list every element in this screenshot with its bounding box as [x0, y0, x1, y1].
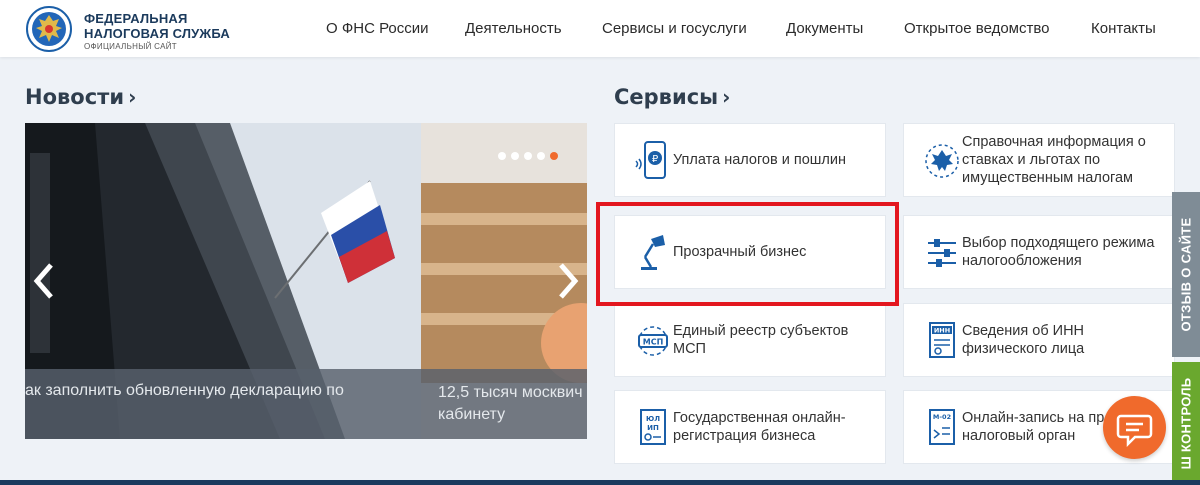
- service-label: Уплата налогов и пошлин: [673, 152, 846, 168]
- feedback-tab-label: ОТЗЫВ О САЙТЕ: [1178, 217, 1194, 332]
- nav-services[interactable]: Сервисы и госуслуги: [602, 20, 747, 37]
- sliders-icon: [928, 239, 956, 267]
- nav-open-agency[interactable]: Открытое ведомство: [904, 20, 1050, 37]
- slider-dot[interactable]: [498, 152, 506, 160]
- service-card-transparent-business[interactable]: Прозрачный бизнес: [614, 215, 886, 289]
- eagle-emblem-icon: [925, 144, 959, 178]
- services-heading[interactable]: Сервисы ›: [614, 85, 730, 109]
- chevron-right-icon: ›: [128, 85, 137, 109]
- slider-dot-active[interactable]: [550, 152, 558, 160]
- service-card-online-registration[interactable]: ЮЛ ИП Государственная онлайн-регистрация…: [614, 390, 886, 464]
- svg-text:М-02: М-02: [933, 413, 951, 421]
- news-slider: ак заполнить обновленную декларацию по 1…: [25, 123, 587, 439]
- service-label: Государственная онлайн-регистрация бизне…: [673, 410, 846, 444]
- site-header: ФЕДЕРАЛЬНАЯ НАЛОГОВАЯ СЛУЖБА ОФИЦИАЛЬНЫЙ…: [0, 0, 1200, 57]
- fns-emblem-icon[interactable]: [25, 6, 73, 52]
- public-control-tab-label: Ш КОНТРОЛЬ: [1178, 377, 1194, 470]
- news-title: Новости: [25, 85, 125, 109]
- desk-lamp-icon: [641, 235, 665, 270]
- service-label: Прозрачный бизнес: [673, 244, 807, 260]
- footer-bar: [0, 480, 1200, 485]
- chevron-right-icon[interactable]: [553, 261, 583, 301]
- chat-button[interactable]: [1103, 396, 1166, 459]
- brand-line1: ФЕДЕРАЛЬНАЯ: [84, 11, 188, 26]
- svg-text:ЮЛ: ЮЛ: [646, 415, 660, 423]
- service-label: Сведения об ИНН физического лица: [962, 323, 1085, 357]
- ul-ip-document-icon: ЮЛ ИП: [640, 409, 666, 445]
- msp-network-icon: МСП: [638, 326, 668, 356]
- slider-dot[interactable]: [537, 152, 545, 160]
- phone-ruble-icon: ₽: [635, 141, 666, 179]
- service-card-tax-regime[interactable]: Выбор подходящего режима налогообложения: [903, 215, 1175, 289]
- chat-bubble-icon: [1116, 414, 1153, 448]
- slider-dot[interactable]: [524, 152, 532, 160]
- service-label: Выбор подходящего режима налогообложения: [962, 235, 1155, 269]
- nav-about[interactable]: О ФНС России: [326, 20, 429, 37]
- brand-line2: НАЛОГОВАЯ СЛУЖБА: [84, 26, 231, 41]
- service-label: Справочная информация о ставках и льгота…: [962, 134, 1146, 186]
- svg-text:₽: ₽: [652, 154, 659, 165]
- chevron-right-icon: ›: [722, 85, 731, 109]
- chevron-left-icon[interactable]: [29, 261, 59, 301]
- service-label: Единый реестр субъектов МСП: [673, 323, 849, 357]
- nav-contacts[interactable]: Контакты: [1091, 20, 1156, 37]
- service-card-msp-registry[interactable]: МСП Единый реестр субъектов МСП: [614, 303, 886, 377]
- brand-subtitle: ОФИЦИАЛЬНЫЙ САЙТ: [84, 42, 177, 51]
- svg-text:МСП: МСП: [643, 338, 664, 347]
- service-card-tax-payment[interactable]: ₽ Уплата налогов и пошлин: [614, 123, 886, 197]
- form-m02-icon: М-02: [929, 409, 955, 445]
- feedback-tab[interactable]: ОТЗЫВ О САЙТЕ: [1172, 192, 1200, 357]
- news-caption[interactable]: ак заполнить обновленную декларацию по: [25, 382, 415, 400]
- slider-dot[interactable]: [511, 152, 519, 160]
- brand-name[interactable]: ФЕДЕРАЛЬНАЯ НАЛОГОВАЯ СЛУЖБА ОФИЦИАЛЬНЫЙ…: [84, 11, 230, 51]
- slider-dots: [498, 152, 558, 160]
- service-card-inn-info[interactable]: ИНН Сведения об ИНН физического лица: [903, 303, 1175, 377]
- public-control-tab[interactable]: Ш КОНТРОЛЬ: [1172, 362, 1200, 485]
- svg-text:ИНН: ИНН: [934, 327, 950, 335]
- news-heading[interactable]: Новости ›: [25, 85, 136, 109]
- svg-text:ИП: ИП: [647, 424, 659, 432]
- nav-documents[interactable]: Документы: [786, 20, 863, 37]
- news-caption-2[interactable]: 12,5 тысяч москвич кабинету: [438, 382, 587, 426]
- services-title: Сервисы: [614, 85, 719, 109]
- service-card-property-tax-info[interactable]: Справочная информация о ставках и льгота…: [903, 123, 1175, 197]
- inn-document-icon: ИНН: [929, 322, 955, 358]
- nav-activity[interactable]: Деятельность: [465, 20, 562, 37]
